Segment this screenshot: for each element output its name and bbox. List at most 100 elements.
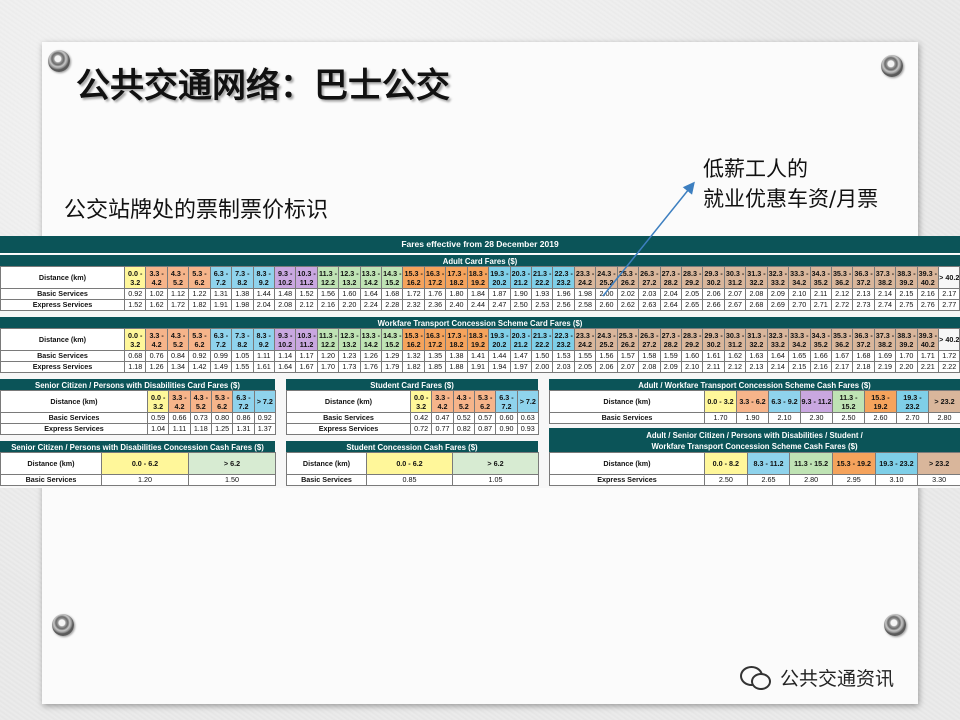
- distance-band: 3.3 - 4.2: [431, 390, 454, 413]
- student-basic-fare: 0.47: [431, 412, 454, 424]
- distance-label: Distance (km): [286, 452, 367, 475]
- workfare-express-fare: 1.55: [231, 361, 254, 373]
- distance-band: 25.3 - 26.2: [616, 266, 640, 289]
- workfare-basic-fare: 1.72: [938, 350, 960, 362]
- workfare-basic-fare: 1.57: [616, 350, 640, 362]
- workfare-express-fare: 2.17: [830, 361, 854, 373]
- distance-band: 39.3 - 40.2: [916, 328, 940, 351]
- adult-basic-label: Basic Services: [0, 288, 125, 300]
- adult-basic-fare: 1.96: [552, 288, 575, 300]
- workfare-express-fare: 2.13: [745, 361, 768, 373]
- workfare-express-fare: 1.49: [209, 361, 233, 373]
- distance-band: 26.3 - 27.2: [638, 328, 661, 351]
- workfare-express-fare: 1.88: [445, 361, 468, 373]
- workfare-basic-fare: 1.56: [595, 350, 618, 362]
- distance-label: Distance (km): [286, 390, 411, 413]
- distance-band: 11.3 - 15.2: [789, 452, 833, 475]
- adult-basic-fare: 1.56: [316, 288, 340, 300]
- adult-basic-fare: 1.72: [402, 288, 425, 300]
- workfare-basic-fare: 1.65: [788, 350, 811, 362]
- distance-label: Distance (km): [549, 390, 705, 413]
- workfare-basic-fare: 1.62: [723, 350, 747, 362]
- all-cash-express-fare: 2.50: [704, 474, 748, 486]
- workfare-basic-fare: 1.58: [638, 350, 661, 362]
- senior-cash-basic-fare: 1.20: [101, 474, 189, 486]
- distance-band: 11.3 - 12.2: [316, 328, 340, 351]
- adult-express-fare: 2.28: [381, 299, 404, 311]
- workfare-express-fare: 2.03: [552, 361, 575, 373]
- adult-basic-fare: 1.68: [381, 288, 404, 300]
- workfare-basic-fare: 1.05: [231, 350, 254, 362]
- adult-workfare-cash-basic-fare: 2.80: [928, 412, 960, 424]
- adult-workfare-cash-basic-fare: 2.60: [864, 412, 897, 424]
- senior-card-header: Senior Citizen / Persons with Disabiliti…: [0, 379, 275, 390]
- workfare-basic-fare: 0.84: [166, 350, 190, 362]
- adult-express-fare: 2.65: [680, 299, 704, 311]
- distance-band: 13.3 - 14.2: [359, 266, 383, 289]
- senior-express-fare: 1.25: [210, 423, 234, 435]
- workfare-express-label: Express Services: [0, 361, 125, 373]
- student-express-fare: 0.72: [409, 423, 433, 435]
- senior-cash-basic-fare: 1.50: [188, 474, 276, 486]
- distance-band: 0.0 - 3.2: [146, 390, 170, 413]
- distance-band: 38.3 - 39.2: [895, 266, 918, 289]
- workfare-express-fare: 1.97: [509, 361, 533, 373]
- distance-band: 10.3 - 11.2: [295, 328, 318, 351]
- workfare-express-fare: 1.18: [123, 361, 147, 373]
- distance-band: 31.3 - 32.2: [745, 328, 768, 351]
- distance-band: 6.3 - 7.2: [495, 390, 518, 413]
- workfare-basic-fare: 1.70: [895, 350, 918, 362]
- adult-basic-fare: 2.07: [723, 288, 747, 300]
- fare-tables: Fares effective from 28 December 2019 Ad…: [0, 236, 960, 488]
- adult-basic-fare: 2.00: [595, 288, 618, 300]
- student-express-fare: 0.90: [495, 423, 518, 435]
- distance-band: 0.0 - 6.2: [366, 452, 453, 475]
- distance-band: 19.3 - 23.2: [874, 452, 919, 475]
- adult-express-fare: 1.72: [166, 299, 190, 311]
- distance-band: 3.3 - 4.2: [168, 390, 191, 413]
- distance-band: 14.3 - 15.2: [381, 328, 404, 351]
- workfare-basic-fare: 1.53: [552, 350, 575, 362]
- workfare-basic-fare: 1.26: [359, 350, 383, 362]
- senior-basic-fare: 0.66: [168, 412, 191, 424]
- adult-express-fare: 1.98: [231, 299, 254, 311]
- adult-express-fare: 2.58: [573, 299, 597, 311]
- distance-band: 15.3 - 16.2: [402, 266, 425, 289]
- distance-band: 0.0 - 8.2: [704, 452, 748, 475]
- distance-band: 8.3 - 11.2: [746, 452, 791, 475]
- senior-card-table: Distance (km) 0.0 - 3.2 3.3 - 4.2 4.3 - 5.2…: [0, 390, 276, 435]
- adult-basic-fare: 2.10: [788, 288, 811, 300]
- senior-cash-table: Distance (km) 0.0 - 6.2 > 6.2 Basic Service…: [0, 452, 276, 486]
- adult-basic-fare: 1.84: [466, 288, 490, 300]
- adult-basic-fare: 2.13: [852, 288, 875, 300]
- distance-band: 23.3 - 24.2: [573, 328, 597, 351]
- distance-band: 18.3 - 19.2: [466, 266, 490, 289]
- distance-band: 25.3 - 26.2: [616, 328, 640, 351]
- distance-band: 33.3 - 34.2: [788, 328, 811, 351]
- workfare-express-fare: 2.05: [573, 361, 597, 373]
- workfare-express-fare: 1.70: [316, 361, 340, 373]
- distance-band: 10.3 - 11.2: [295, 266, 318, 289]
- workfare-basic-fare: 0.99: [209, 350, 233, 362]
- distance-band: 6.3 - 7.2: [209, 328, 233, 351]
- distance-band: 13.3 - 14.2: [359, 328, 383, 351]
- workfare-express-fare: 1.76: [359, 361, 383, 373]
- distance-band: > 23.2: [928, 390, 960, 413]
- wechat-icon: [740, 664, 771, 690]
- workfare-basic-fare: 1.71: [916, 350, 940, 362]
- distance-band: 20.3 - 21.2: [509, 266, 533, 289]
- distance-band: 37.3 - 38.2: [873, 328, 897, 351]
- distance-band: 15.3 - 16.2: [402, 328, 425, 351]
- distance-label: Distance (km): [549, 452, 705, 475]
- senior-basic-label: Basic Services: [0, 412, 148, 424]
- distance-band: 21.3 - 22.2: [531, 328, 554, 351]
- workfare-express-fare: 1.85: [423, 361, 447, 373]
- adult-express-fare: 1.52: [123, 299, 147, 311]
- pin-top-right-icon: [881, 55, 903, 77]
- workfare-express-fare: 2.06: [595, 361, 618, 373]
- student-card-header: Student Card Fares ($): [286, 379, 538, 390]
- page-title: 公共交通网络：巴士公交: [76, 66, 450, 106]
- senior-cash-basic-label: Basic Services: [0, 474, 102, 486]
- distance-band: 12.3 - 13.2: [338, 266, 361, 289]
- all-cash-express-fare: 3.30: [917, 474, 960, 486]
